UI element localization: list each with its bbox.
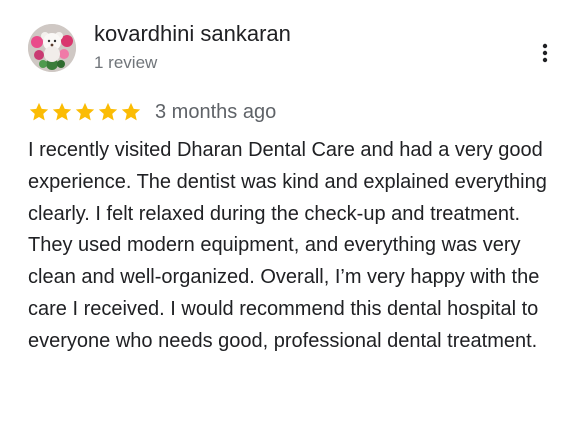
avatar-image [28, 24, 76, 72]
review-text: I recently visited Dharan Dental Care an… [28, 139, 547, 352]
star-icon [52, 102, 72, 121]
review-card: kovardhini sankaran 1 review 3 months ag… [0, 0, 582, 421]
star-icon [75, 102, 95, 121]
more-options-button[interactable] [532, 40, 558, 66]
star-icon [121, 102, 141, 121]
review-date: 3 months ago [155, 101, 277, 123]
reviewer-name[interactable]: kovardhini sankaran [94, 20, 291, 48]
review-count: 1 review [94, 53, 158, 72]
star-icon [29, 102, 49, 121]
avatar[interactable] [28, 24, 76, 72]
star-rating [28, 101, 143, 123]
star-icon [98, 102, 118, 121]
more-vertical-icon [542, 43, 548, 63]
rating-row: 3 months ago [28, 98, 276, 126]
